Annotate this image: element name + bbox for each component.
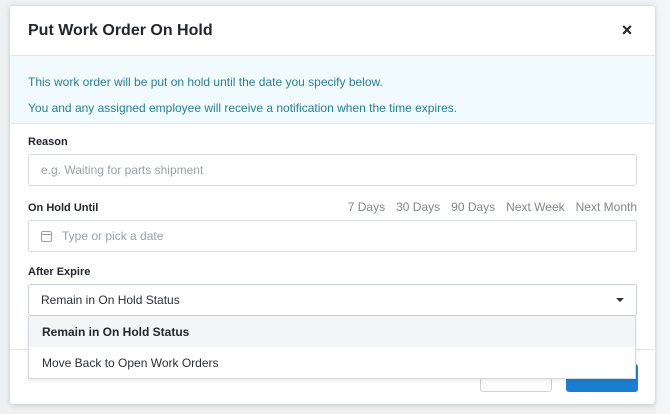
on-hold-until-header: On Hold Until 7 Days 30 Days 90 Days Nex…: [28, 200, 637, 214]
option-move-back-open[interactable]: Move Back to Open Work Orders: [29, 347, 635, 378]
quick-date-options: 7 Days 30 Days 90 Days Next Week Next Mo…: [348, 200, 637, 214]
info-line-2: You and any assigned employee will recei…: [28, 101, 458, 115]
calendar-icon: [41, 230, 52, 242]
quick-option-90-days[interactable]: 90 Days: [451, 200, 495, 214]
quick-option-next-month[interactable]: Next Month: [576, 200, 637, 214]
quick-option-30-days[interactable]: 30 Days: [396, 200, 440, 214]
close-icon[interactable]: ×: [617, 20, 637, 41]
chevron-down-icon: [616, 298, 624, 302]
modal-title: Put Work Order On Hold: [28, 21, 213, 39]
reason-label: Reason: [28, 136, 68, 148]
after-expire-label: After Expire: [28, 266, 91, 278]
after-expire-options: Remain in On Hold Status Move Back to Op…: [28, 316, 636, 379]
on-hold-until-label: On Hold Until: [28, 202, 99, 214]
option-remain-on-hold[interactable]: Remain in On Hold Status: [29, 316, 635, 347]
after-expire-selected: Remain in On Hold Status: [41, 293, 180, 307]
quick-option-7-days[interactable]: 7 Days: [348, 200, 385, 214]
reason-input[interactable]: e.g. Waiting for parts shipment: [28, 154, 637, 186]
date-input[interactable]: Type or pick a date: [28, 220, 637, 252]
info-banner: This work order will be put on hold unti…: [10, 56, 655, 124]
reason-placeholder: e.g. Waiting for parts shipment: [41, 163, 204, 177]
date-placeholder: Type or pick a date: [62, 229, 164, 243]
after-expire-select[interactable]: Remain in On Hold Status: [28, 284, 637, 316]
modal-header: Put Work Order On Hold ×: [10, 6, 655, 56]
background-page-edge: [656, 0, 670, 414]
modal-body: Reason e.g. Waiting for parts shipment O…: [10, 124, 655, 316]
info-line-1: This work order will be put on hold unti…: [28, 75, 383, 89]
on-hold-modal: Put Work Order On Hold × This work order…: [10, 6, 655, 404]
quick-option-next-week[interactable]: Next Week: [506, 200, 564, 214]
